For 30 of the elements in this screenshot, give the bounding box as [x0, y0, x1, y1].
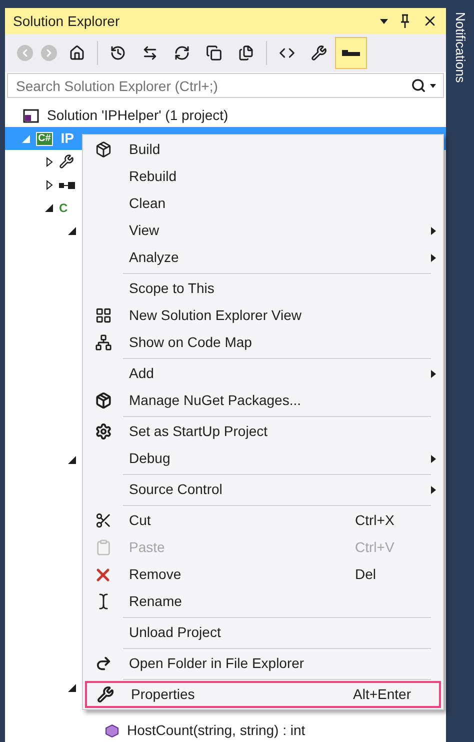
- menu-item-label: Clean: [129, 194, 167, 213]
- menu-item-label: Properties: [131, 685, 196, 704]
- window-title: Solution Explorer: [13, 12, 121, 31]
- menu-item-label: Open Folder in File Explorer: [129, 654, 306, 673]
- menu-item-label: Cut: [129, 511, 152, 530]
- tree-item-label: IP: [60, 129, 74, 148]
- shortcut-label: Ctrl+V: [355, 538, 396, 557]
- menu-item-label: Analyze: [129, 248, 180, 267]
- tree-item-label: Solution 'IPHelper' (1 project): [47, 106, 228, 125]
- menu-item-label: Rebuild: [129, 167, 178, 186]
- menu-item-label: Show on Code Map: [129, 333, 253, 352]
- menu-item-label: Manage NuGet Packages...: [129, 391, 302, 410]
- menu-item-label: View: [129, 221, 160, 240]
- shortcut-label: Alt+Enter: [353, 685, 412, 704]
- tree-item-label: HostCount(string, string) : int: [127, 721, 306, 740]
- menu-item-label: New Solution Explorer View: [129, 306, 302, 325]
- project-badge: C#: [36, 132, 53, 146]
- menu-item-label: Remove: [129, 565, 182, 584]
- shortcut-label: Del: [355, 565, 378, 584]
- menu-item-label: Unload Project: [129, 623, 222, 642]
- menu-item-label: Rename: [129, 592, 183, 611]
- menu-item-label: Add: [129, 364, 155, 383]
- menu-item-label: Source Control: [129, 480, 224, 499]
- menu-item-label: Set as StartUp Project: [129, 422, 269, 441]
- shortcut-label: Ctrl+X: [355, 511, 396, 530]
- menu-item-label: Paste: [129, 538, 166, 557]
- menu-item-label: Scope to This: [129, 279, 216, 298]
- menu-item-label: Debug: [129, 449, 172, 468]
- menu-item-label: Build: [129, 140, 162, 159]
- file-type-label: C: [59, 200, 68, 216]
